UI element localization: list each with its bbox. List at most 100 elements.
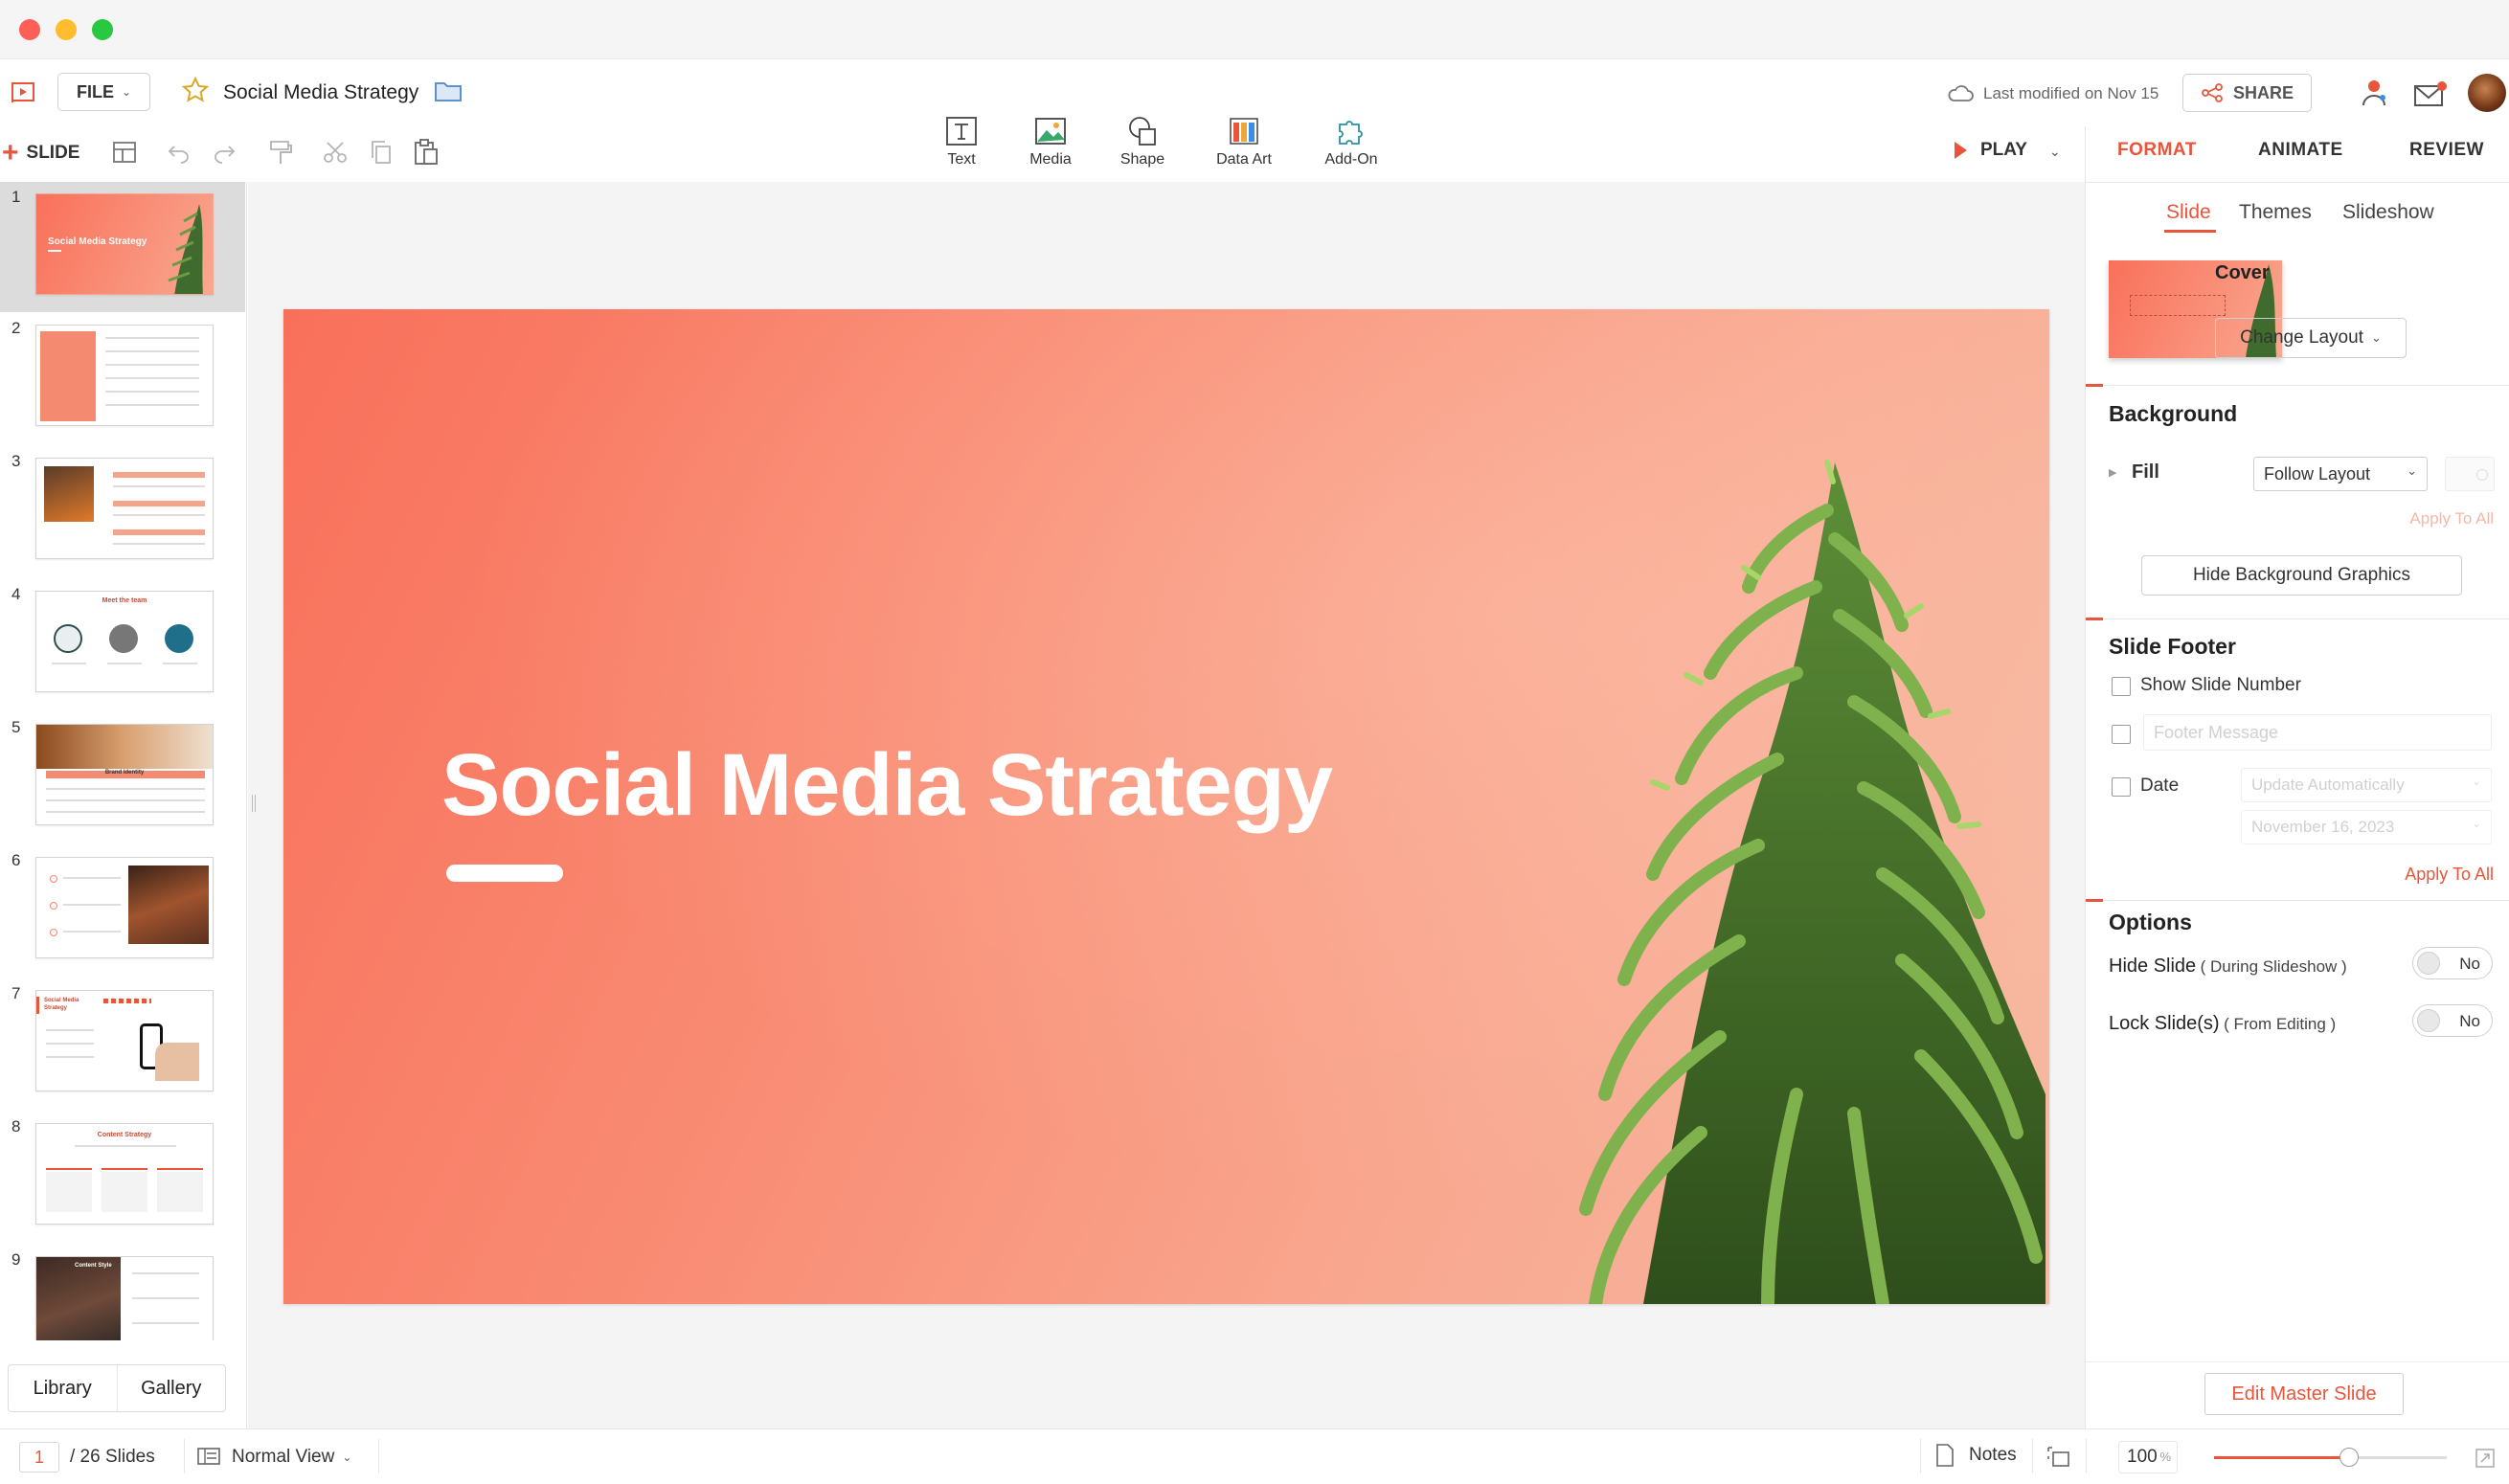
date-value-select[interactable]: November 16, 2023 ⌄ [2241,810,2492,844]
slide-number: 3 [11,452,21,470]
fill-select[interactable]: Follow Layout ⌄ [2253,457,2428,491]
slide-thumbnail-9[interactable]: 9 Content Style [0,1245,245,1340]
file-menu-label: FILE [76,81,114,101]
slide-preview-title: Brand Identity [104,770,145,776]
show-slide-number-checkbox[interactable] [2112,677,2131,696]
share-button[interactable]: SHARE [2182,74,2312,112]
change-layout-dropdown[interactable]: Change Layout ⌄ [2215,318,2407,358]
slide-preview [35,458,214,559]
format-painter-icon[interactable] [268,139,293,166]
insert-shape-button[interactable]: Shape [1099,115,1186,169]
footer-apply-all-link[interactable]: Apply To All [2405,865,2494,885]
cut-icon[interactable] [322,139,349,166]
play-options-chevron-icon[interactable]: ⌄ [2049,144,2061,160]
slide-preview-title: Content Style [75,1263,112,1269]
collaborators-icon[interactable] [2358,77,2390,109]
zoom-slider-knob[interactable] [2339,1448,2359,1467]
slide-preview: Content Strategy [35,1123,214,1225]
copy-icon[interactable] [369,139,394,166]
show-slide-number-label: Show Slide Number [2140,675,2301,695]
slide-title[interactable]: Social Media Strategy [441,735,1333,836]
slide-thumbnail-8[interactable]: 8 Content Strategy [0,1112,245,1242]
insert-text-label: Text [947,151,976,168]
slide-number: 1 [11,188,21,206]
new-slide-button[interactable]: + SLIDE [2,139,79,168]
minimize-window-button[interactable] [56,19,77,40]
subtab-slide[interactable]: Slide [2166,201,2211,224]
folder-icon[interactable] [434,79,463,103]
hide-slide-toggle[interactable]: No [2412,947,2493,979]
view-mode-dropdown[interactable]: Normal View ⌄ [232,1447,351,1468]
close-window-button[interactable] [19,19,40,40]
notes-button[interactable]: Notes [1934,1443,2017,1468]
lock-slide-toggle[interactable]: No [2412,1004,2493,1037]
messages-icon[interactable] [2413,80,2448,107]
maximize-window-button[interactable] [92,19,113,40]
slide-footer-section-title: Slide Footer [2109,634,2236,659]
tab-format[interactable]: FORMAT [2117,140,2197,161]
slide-thumbnail-2[interactable]: 2 [0,313,245,443]
date-mode-select[interactable]: Update Automatically ⌄ [2241,768,2492,802]
slide-thumbnail-4[interactable]: 4 Meet the team [0,579,245,709]
play-button[interactable]: PLAY [1952,140,2027,161]
plant-image[interactable] [1471,424,2049,1304]
panel-resize-handle[interactable] [252,795,256,812]
footer-message-checkbox[interactable] [2112,725,2131,744]
page-number-input[interactable]: 1 [19,1442,59,1473]
chevron-down-icon: ⌄ [2407,463,2417,478]
library-tab[interactable]: Library [9,1365,118,1411]
slide-sorter-icon[interactable] [2046,1445,2072,1470]
shape-icon [1099,115,1186,147]
share-icon [2201,83,2224,102]
change-layout-label: Change Layout [2240,327,2363,348]
gallery-tab[interactable]: Gallery [118,1365,226,1411]
app-logo-icon[interactable] [10,80,36,105]
paste-icon[interactable] [413,138,440,167]
fit-to-screen-icon[interactable] [2474,1447,2497,1470]
user-avatar[interactable] [2468,74,2506,112]
zoom-value: 100 [2127,1447,2158,1467]
slide-thumbnail-7[interactable]: 7 Social Media Strategy [0,978,245,1109]
subtab-themes[interactable]: Themes [2239,201,2312,224]
tab-review[interactable]: REVIEW [2409,140,2484,161]
slide-preview: Social Media Strategy [35,193,214,295]
hide-slide-option: Hide Slide ( During Slideshow ) [2109,956,2347,978]
slide-thumbnail-6[interactable]: 6 [0,845,245,976]
zoom-slider[interactable] [2214,1448,2447,1467]
background-apply-all-link[interactable]: Apply To All [2409,509,2494,528]
fill-select-value: Follow Layout [2264,463,2371,483]
slide-thumbnail-3[interactable]: 3 [0,446,245,576]
insert-data-art-button[interactable]: Data Art [1201,115,1287,169]
edit-master-slide-button[interactable]: Edit Master Slide [2204,1373,2404,1415]
normal-view-icon [196,1447,221,1466]
expand-arrow-icon[interactable]: ▶ [2109,466,2116,479]
hide-background-graphics-button[interactable]: Hide Background Graphics [2141,555,2462,596]
slide-thumbnail-1[interactable]: 1 Social Media Strategy [0,182,245,312]
undo-icon[interactable] [167,141,192,164]
file-menu-button[interactable]: FILE ⌄ [57,73,150,111]
subtab-slideshow[interactable]: Slideshow [2342,201,2434,224]
toggle-knob [2417,952,2440,975]
lock-slide-note: ( From Editing ) [2224,1015,2337,1033]
fill-color-swatch[interactable] [2445,457,2495,491]
insert-add-on-button[interactable]: Add-On [1308,115,1394,169]
current-slide[interactable]: Social Media Strategy [283,309,2049,1304]
slide-thumbnail-panel: 1 Social Media Strategy 2 3 4 Meet the t… [0,182,247,1428]
date-checkbox[interactable] [2112,777,2131,797]
title-underline-shape[interactable] [446,865,563,882]
star-icon[interactable] [181,76,210,104]
tab-animate[interactable]: ANIMATE [2258,140,2343,161]
insert-text-button[interactable]: Text [918,115,1005,169]
slide-preview: Social Media Strategy [35,990,214,1091]
slide-thumbnail-5[interactable]: 5 Brand Identity [0,712,245,843]
insert-media-button[interactable]: Media [1007,115,1094,169]
layout-name: Cover [2215,262,2270,283]
layout-icon[interactable] [112,140,137,165]
zoom-input[interactable]: 100 % [2118,1441,2178,1473]
redo-icon[interactable] [212,141,237,164]
footer-message-input[interactable]: Footer Message [2143,714,2492,751]
insert-shape-label: Shape [1119,151,1165,168]
hide-slide-label: Hide Slide [2109,956,2197,977]
document-title[interactable]: Social Media Strategy [223,81,418,104]
chevron-down-icon: ⌄ [2471,817,2481,830]
